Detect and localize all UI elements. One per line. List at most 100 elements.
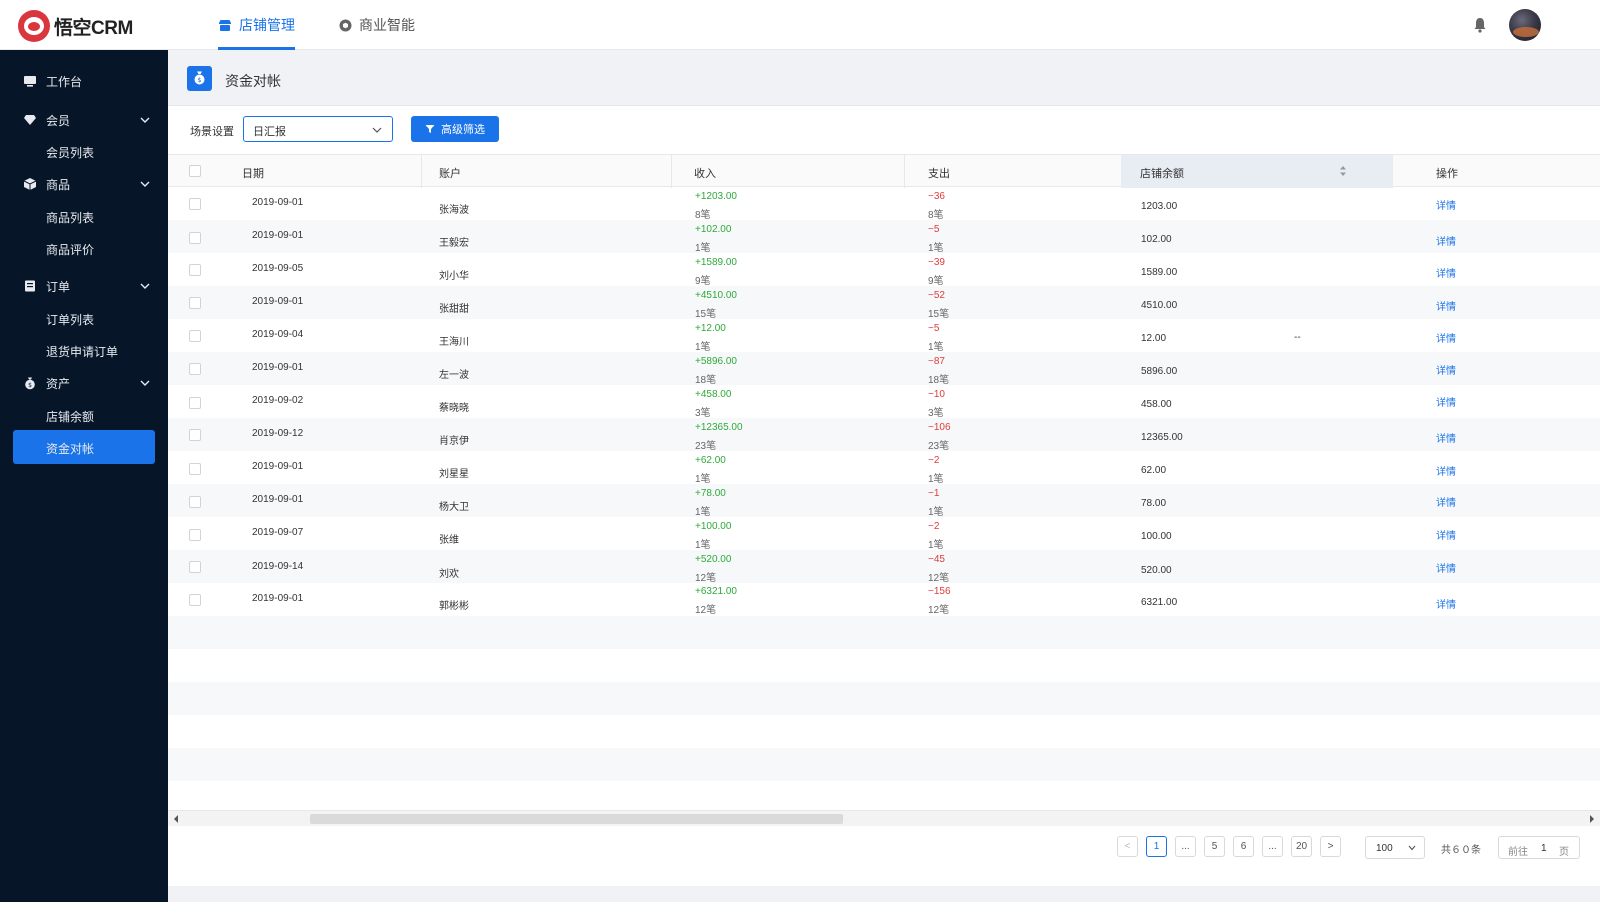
row-checkbox[interactable]: [189, 232, 201, 244]
row-checkbox[interactable]: [189, 463, 201, 475]
row-checkbox[interactable]: [189, 198, 201, 210]
advanced-filter-button[interactable]: 高级筛选: [411, 116, 499, 142]
sidebar: 工作台 会员 会员列表 商品 商品列表 商品评价 订单 订单列表 退货申请订单 …: [0, 50, 168, 902]
cell-balance: 102.00: [1141, 234, 1172, 245]
detail-link[interactable]: 详情: [1436, 527, 1456, 542]
prev-page-button[interactable]: <: [1117, 836, 1138, 857]
cell-account: 郭彬彬: [439, 601, 469, 612]
detail-link[interactable]: 详情: [1436, 463, 1456, 478]
detail-link[interactable]: 详情: [1436, 265, 1456, 280]
page-button[interactable]: 6: [1233, 836, 1254, 857]
cell-expense-count: 9笔: [928, 276, 944, 287]
row-checkbox[interactable]: [189, 330, 201, 342]
cell-balance: 1203.00: [1141, 201, 1178, 212]
cell-expense: −106: [928, 422, 951, 433]
table-row[interactable]: 2019-09-04 王海川 +12.00 1笔 −5 1笔 12.00 -- …: [168, 319, 1600, 353]
sidebar-item-order-list[interactable]: 订单列表: [0, 303, 168, 335]
detail-link[interactable]: 详情: [1436, 362, 1456, 377]
table-row[interactable]: 2019-09-02 蔡晓晓 +458.00 3笔 −10 3笔 458.00 …: [168, 385, 1600, 419]
select-all-checkbox[interactable]: [189, 165, 201, 177]
sidebar-item-orders[interactable]: 订单: [0, 269, 168, 303]
next-page-button[interactable]: >: [1320, 836, 1341, 857]
cell-expense-count: 12笔: [928, 605, 950, 616]
scrollbar-thumb[interactable]: [310, 814, 843, 824]
detail-link[interactable]: 详情: [1436, 430, 1456, 445]
horizontal-scrollbar[interactable]: [168, 810, 1600, 826]
table-row[interactable]: 2019-09-12 肖京伊 +12365.00 23笔 −106 23笔 12…: [168, 418, 1600, 452]
cell-income-count: 15笔: [695, 309, 717, 320]
page-button[interactable]: 5: [1204, 836, 1225, 857]
cell-balance: 6321.00: [1141, 597, 1178, 608]
detail-link[interactable]: 详情: [1436, 233, 1456, 248]
row-checkbox[interactable]: [189, 594, 201, 606]
row-checkbox[interactable]: [189, 529, 201, 541]
column-header-income[interactable]: 收入: [694, 165, 716, 181]
tab-label: 店铺管理: [239, 17, 295, 33]
table-row[interactable]: 2019-09-01 杨大卫 +78.00 1笔 −1 1笔 78.00 详情: [168, 484, 1600, 518]
page-size-select[interactable]: 100: [1365, 836, 1425, 859]
cell-income-count: 9笔: [695, 276, 711, 287]
table-row[interactable]: 2019-09-14 刘欢 +520.00 12笔 −45 12笔 520.00…: [168, 550, 1600, 584]
sidebar-item-label: 商品评价: [46, 242, 95, 257]
row-checkbox[interactable]: [189, 397, 201, 409]
sidebar-item-member-list[interactable]: 会员列表: [0, 136, 168, 168]
column-header-expense[interactable]: 支出: [928, 165, 950, 181]
table-row[interactable]: 2019-09-07 张维 +100.00 1笔 −2 1笔 100.00 详情: [168, 517, 1600, 551]
goto-page-input[interactable]: 1: [1541, 843, 1547, 854]
page-ellipsis[interactable]: ...: [1175, 836, 1196, 857]
row-checkbox[interactable]: [189, 363, 201, 375]
scroll-left-arrow-icon[interactable]: [174, 815, 178, 823]
detail-link[interactable]: 详情: [1436, 298, 1456, 313]
brand-logo[interactable]: 悟空CRM: [18, 10, 133, 42]
bell-icon[interactable]: [1473, 17, 1487, 33]
detail-link[interactable]: 详情: [1436, 596, 1456, 611]
table-row[interactable]: 2019-09-05 刘小华 +1589.00 9笔 −39 9笔 1589.0…: [168, 253, 1600, 287]
cell-income: +6321.00: [695, 586, 737, 597]
page-button[interactable]: 1: [1146, 836, 1167, 857]
sidebar-item-label: 会员: [46, 113, 71, 128]
column-header-account[interactable]: 账户: [439, 165, 461, 181]
user-avatar[interactable]: [1509, 9, 1541, 41]
sidebar-item-product-reviews[interactable]: 商品评价: [0, 233, 168, 265]
sidebar-item-return-requests[interactable]: 退货申请订单: [0, 335, 168, 367]
sidebar-item-assets[interactable]: $ 资产: [0, 366, 168, 400]
column-header-date[interactable]: 日期: [242, 165, 264, 181]
table-row[interactable]: 2019-09-01 郭彬彬 +6321.00 12笔 −156 12笔 632…: [168, 583, 1600, 616]
detail-link[interactable]: 详情: [1436, 560, 1456, 575]
column-header-balance[interactable]: 店铺余额: [1140, 165, 1184, 181]
cell-expense-count: 3笔: [928, 408, 944, 419]
row-checkbox[interactable]: [189, 496, 201, 508]
cell-expense-count: 18笔: [928, 375, 950, 386]
page-ellipsis[interactable]: ...: [1262, 836, 1283, 857]
sidebar-item-members[interactable]: 会员: [0, 103, 168, 137]
row-checkbox[interactable]: [189, 561, 201, 573]
scene-select[interactable]: 日汇报: [243, 116, 393, 142]
cell-balance: 4510.00: [1141, 300, 1178, 311]
cell-income-count: 1笔: [695, 342, 711, 353]
tab-business-intelligence[interactable]: 商业智能: [339, 0, 415, 50]
detail-link[interactable]: 详情: [1436, 394, 1456, 409]
table-row[interactable]: 2019-09-01 左一波 +5896.00 18笔 −87 18笔 5896…: [168, 352, 1600, 386]
row-checkbox[interactable]: [189, 264, 201, 276]
row-checkbox[interactable]: [189, 429, 201, 441]
table-row[interactable]: 2019-09-01 王毅宏 +102.00 1笔 −5 1笔 102.00 详…: [168, 220, 1600, 254]
detail-link[interactable]: 详情: [1436, 494, 1456, 509]
sort-icon[interactable]: [1339, 165, 1347, 177]
tab-store-management[interactable]: 店铺管理: [218, 0, 295, 50]
page-button[interactable]: 20: [1291, 836, 1312, 857]
sidebar-item-products[interactable]: 商品: [0, 167, 168, 201]
empty-row: [168, 682, 1600, 715]
detail-link[interactable]: 详情: [1436, 330, 1456, 345]
sidebar-item-product-list[interactable]: 商品列表: [0, 201, 168, 233]
sidebar-item-workbench[interactable]: 工作台: [0, 64, 168, 98]
row-checkbox[interactable]: [189, 297, 201, 309]
table-row[interactable]: 2019-09-01 刘星星 +62.00 1笔 −2 1笔 62.00 详情: [168, 451, 1600, 485]
table-row[interactable]: 2019-09-01 张海波 +1203.00 8笔 −36 8笔 1203.0…: [168, 187, 1600, 221]
table-row[interactable]: 2019-09-01 张甜甜 +4510.00 15笔 −52 15笔 4510…: [168, 286, 1600, 320]
cell-expense-count: 8笔: [928, 210, 944, 221]
sidebar-item-store-balance[interactable]: 店铺余额: [0, 400, 168, 432]
scroll-right-arrow-icon[interactable]: [1590, 815, 1594, 823]
cell-balance: 12365.00: [1141, 432, 1183, 443]
sidebar-item-fund-reconciliation[interactable]: 资金对帐: [0, 430, 168, 464]
detail-link[interactable]: 详情: [1436, 197, 1456, 212]
